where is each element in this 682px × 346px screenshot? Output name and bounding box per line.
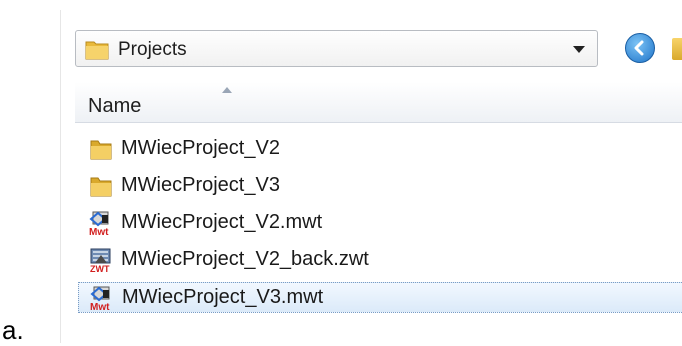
file-list-item[interactable]: ZWT MWiecProject_V2_back.zwt [78,245,682,276]
file-list-item[interactable]: MWiecProject_V3 [78,171,682,202]
cropped-heading-text [58,0,682,10]
back-button[interactable] [625,33,655,63]
file-name: MWiecProject_V2 [121,137,280,159]
svg-text:Mwt: Mwt [89,227,109,236]
list-marker: a. [2,315,24,345]
address-bar[interactable]: Projects [75,30,598,67]
zwt-file-icon: ZWT [88,248,114,274]
folder-icon [88,174,114,199]
file-list-item[interactable]: Mwt MWiecProject_V3.mwt [78,282,682,313]
folder-icon [85,41,109,60]
svg-text:Mwt: Mwt [90,302,110,311]
column-header-row [75,82,682,123]
column-header-name[interactable]: Name [88,95,141,118]
file-name: MWiecProject_V3 [121,174,280,196]
address-path: Projects [118,39,187,60]
mwt-file-icon: Mwt [89,286,115,313]
file-list-item[interactable]: MWiecProject_V2 [78,134,682,165]
svg-text:ZWT: ZWT [90,264,110,273]
file-name: MWiecProject_V2.mwt [121,211,323,233]
back-arrow-icon [634,40,644,56]
chevron-down-icon[interactable] [573,46,585,53]
folder-icon [88,137,114,162]
file-list-item[interactable]: Mwt MWiecProject_V2.mwt [78,208,682,239]
mwt-file-icon: Mwt [88,211,114,238]
file-name: MWiecProject_V3.mwt [122,286,324,308]
sort-ascending-icon[interactable] [221,86,233,94]
folder-up-icon[interactable] [672,38,682,60]
file-name: MWiecProject_V2_back.zwt [121,248,369,270]
